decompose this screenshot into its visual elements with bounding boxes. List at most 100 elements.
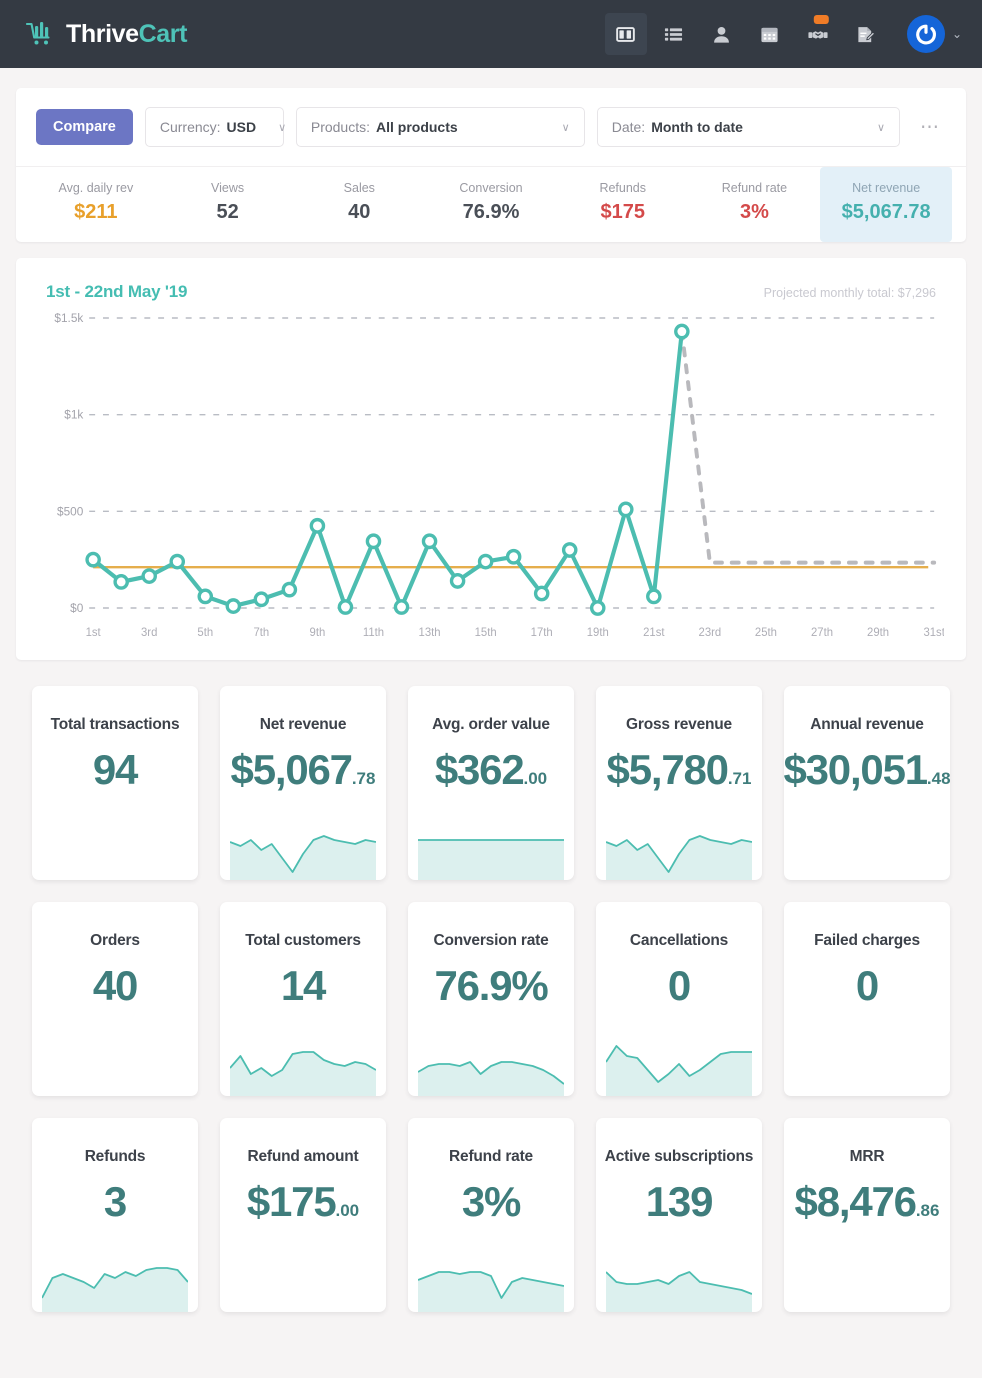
document-edit-icon — [856, 25, 876, 44]
revenue-chart-panel: 1st - 22nd May '19 Projected monthly tot… — [16, 258, 966, 660]
metric-value-decimal: .00 — [523, 769, 548, 788]
nav-item-affiliates[interactable] — [797, 13, 839, 55]
summary-stat-refund-rate[interactable]: Refund rate 3% — [689, 167, 821, 242]
metric-card-conversion-rate[interactable]: Conversion rate 76.9% — [408, 902, 574, 1096]
data-point-marker — [393, 599, 410, 615]
metric-card-sparkline — [230, 824, 376, 880]
x-axis-tick-label: 3rd — [141, 627, 157, 639]
brand-wordmark: ThriveCart — [66, 21, 187, 47]
summary-stat-net-revenue[interactable]: Net revenue $5,067.78 — [820, 167, 953, 242]
metric-card-title: Refund amount — [247, 1148, 359, 1165]
date-range-select[interactable]: Date: Month to date ∨ — [596, 107, 900, 147]
x-axis-tick-label: 9th — [310, 627, 326, 639]
dashboard-columns-icon — [616, 25, 636, 44]
nav-item-dashboard[interactable] — [604, 13, 647, 55]
metric-card-mrr[interactable]: MRR $8,476.86 — [784, 1118, 950, 1312]
metric-card-refunds[interactable]: Refunds 3 — [32, 1118, 198, 1312]
brand-logo[interactable]: ThriveCart — [25, 21, 187, 47]
top-navigation-bar: ThriveCart ⌄ — [0, 0, 982, 68]
nav-item-products[interactable] — [653, 13, 695, 55]
metric-card-value: $362.00 — [434, 746, 548, 793]
sparkline-fill — [230, 836, 376, 880]
metric-value-decimal: .78 — [351, 769, 376, 788]
data-point-marker — [141, 568, 157, 584]
projected-monthly-total: Projected monthly total: $7,296 — [763, 286, 936, 300]
metric-card-value: $30,051.48 — [784, 746, 950, 793]
data-point-marker — [225, 598, 242, 614]
x-axis-tick-label: 5th — [197, 627, 213, 639]
metric-card-title: Cancellations — [629, 932, 729, 949]
metric-value-decimal: .00 — [335, 1201, 360, 1220]
products-select[interactable]: Products: All products ∨ — [295, 107, 585, 147]
currency-select[interactable]: Currency: USD ∨ — [144, 107, 286, 147]
metric-card-total-customers[interactable]: Total customers 14 — [220, 902, 386, 1096]
list-icon — [664, 25, 683, 44]
nav-item-reports[interactable] — [845, 13, 887, 55]
metric-value-main: $30,051 — [784, 746, 928, 793]
nav-item-calendar[interactable] — [749, 13, 791, 55]
data-point-marker — [309, 517, 326, 534]
metric-value-main: 0 — [855, 962, 879, 1009]
power-avatar-icon — [913, 21, 939, 47]
metric-card-value: 94 — [92, 746, 139, 793]
metric-card-title: Active subscriptions — [604, 1148, 754, 1165]
x-axis-tick-label: 25th — [755, 627, 777, 639]
stat-label: Conversion — [459, 181, 523, 195]
metric-value-decimal: .71 — [727, 769, 752, 788]
chevron-down-icon: ∨ — [876, 121, 885, 134]
x-axis-tick-label: 27th — [811, 627, 833, 639]
metric-card-cancellations[interactable]: Cancellations 0 — [596, 902, 762, 1096]
more-options-button[interactable]: ⋯ — [914, 118, 946, 137]
metric-card-refund-amount[interactable]: Refund amount $175.00 — [220, 1118, 386, 1312]
metric-card-value: $5,780.71 — [606, 746, 752, 793]
data-point-marker — [85, 551, 101, 568]
metric-card-total-transactions[interactable]: Total transactions 94 — [32, 686, 198, 880]
handshake-icon — [808, 25, 828, 44]
metric-card-active-subscriptions[interactable]: Active subscriptions 139 — [596, 1118, 762, 1312]
metric-card-title: Annual revenue — [810, 716, 924, 733]
calendar-icon — [760, 25, 779, 44]
metric-card-avg-order-value[interactable]: Avg. order value $362.00 — [408, 686, 574, 880]
summary-stat-conversion[interactable]: Conversion 76.9% — [425, 167, 557, 242]
x-axis-tick-label: 1st — [86, 627, 102, 639]
metric-card-value: $175.00 — [246, 1178, 360, 1225]
summary-stat-avg-daily-rev[interactable]: Avg. daily rev $211 — [30, 167, 162, 242]
chart-date-range-title: 1st - 22nd May '19 — [46, 282, 188, 301]
metric-card-gross-revenue[interactable]: Gross revenue $5,780.71 — [596, 686, 762, 880]
user-account-menu[interactable]: ⌄ — [906, 15, 962, 53]
data-point-marker — [169, 553, 186, 570]
metric-value-main: 0 — [667, 962, 691, 1009]
data-point-marker — [449, 573, 466, 589]
metric-card-value: 139 — [645, 1178, 714, 1225]
compare-button[interactable]: Compare — [36, 109, 133, 145]
metric-card-annual-revenue[interactable]: Annual revenue $30,051.48 — [784, 686, 950, 880]
notification-badge — [813, 15, 829, 24]
data-point-marker — [421, 533, 438, 550]
metric-value-main: 94 — [92, 746, 139, 793]
summary-stat-sales[interactable]: Sales 40 — [293, 167, 425, 242]
data-point-marker — [533, 585, 550, 602]
metric-value-main: $362 — [434, 746, 525, 793]
metric-card-refund-rate[interactable]: Refund rate 3% — [408, 1118, 574, 1312]
metric-value-main: 139 — [645, 1178, 714, 1225]
metric-value-main: $5,067 — [230, 746, 353, 793]
sparkline-fill — [418, 840, 564, 880]
x-axis-tick-label: 17th — [531, 627, 553, 639]
metric-card-title: Total transactions — [50, 716, 180, 733]
metric-card-title: Net revenue — [259, 716, 347, 733]
x-axis-tick-label: 31st — [923, 627, 944, 639]
y-axis-tick-label: $1k — [64, 408, 83, 422]
nav-item-customers[interactable] — [701, 13, 743, 55]
chevron-down-icon: ⌄ — [951, 27, 962, 41]
metric-card-failed-charges[interactable]: Failed charges 0 — [784, 902, 950, 1096]
metric-value-main: $175 — [246, 1178, 337, 1225]
summary-stat-views[interactable]: Views 52 — [162, 167, 294, 242]
metric-card-title: Total customers — [245, 932, 361, 949]
metric-value-main: $5,780 — [606, 746, 729, 793]
metric-card-orders[interactable]: Orders 40 — [32, 902, 198, 1096]
data-point-marker — [281, 581, 298, 598]
person-icon — [712, 25, 731, 44]
summary-stat-refunds[interactable]: Refunds $175 — [557, 167, 689, 242]
metric-card-net-revenue[interactable]: Net revenue $5,067.78 — [220, 686, 386, 880]
revenue-line-chart[interactable]: $0 $500 $1k $1.5k 1st 3rd 5th 7th 9th 11th 13th 15t… — [38, 310, 944, 650]
